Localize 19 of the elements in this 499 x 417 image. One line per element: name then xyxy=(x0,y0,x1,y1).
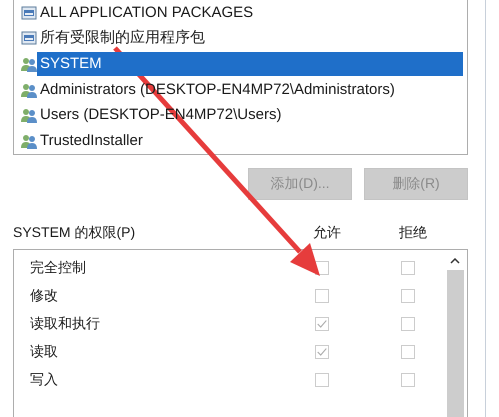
users-icon xyxy=(21,132,37,149)
permission-label: 写入 xyxy=(30,370,59,389)
deny-header: 拒绝 xyxy=(398,224,428,242)
permission-label: 读取和执行 xyxy=(30,314,101,333)
scroll-up-icon[interactable] xyxy=(450,258,460,264)
users-icon xyxy=(21,56,37,72)
permissions-label: SYSTEM 的权限(P) xyxy=(13,224,136,242)
permission-label: 读取 xyxy=(30,342,59,361)
principal-item[interactable]: 所有受限制的应用程序包 xyxy=(37,26,208,50)
users-icon xyxy=(21,82,37,98)
principal-item[interactable]: ALL APPLICATION PACKAGES xyxy=(37,0,256,25)
allow-header: 允许 xyxy=(312,224,342,242)
principal-item[interactable]: SYSTEM xyxy=(37,52,463,76)
package-icon xyxy=(21,30,37,46)
principal-item[interactable]: TrustedInstaller xyxy=(37,128,146,153)
permission-label: 完全控制 xyxy=(30,258,87,277)
permission-label: 修改 xyxy=(30,286,59,305)
package-icon xyxy=(21,4,37,21)
users-icon xyxy=(21,107,37,124)
